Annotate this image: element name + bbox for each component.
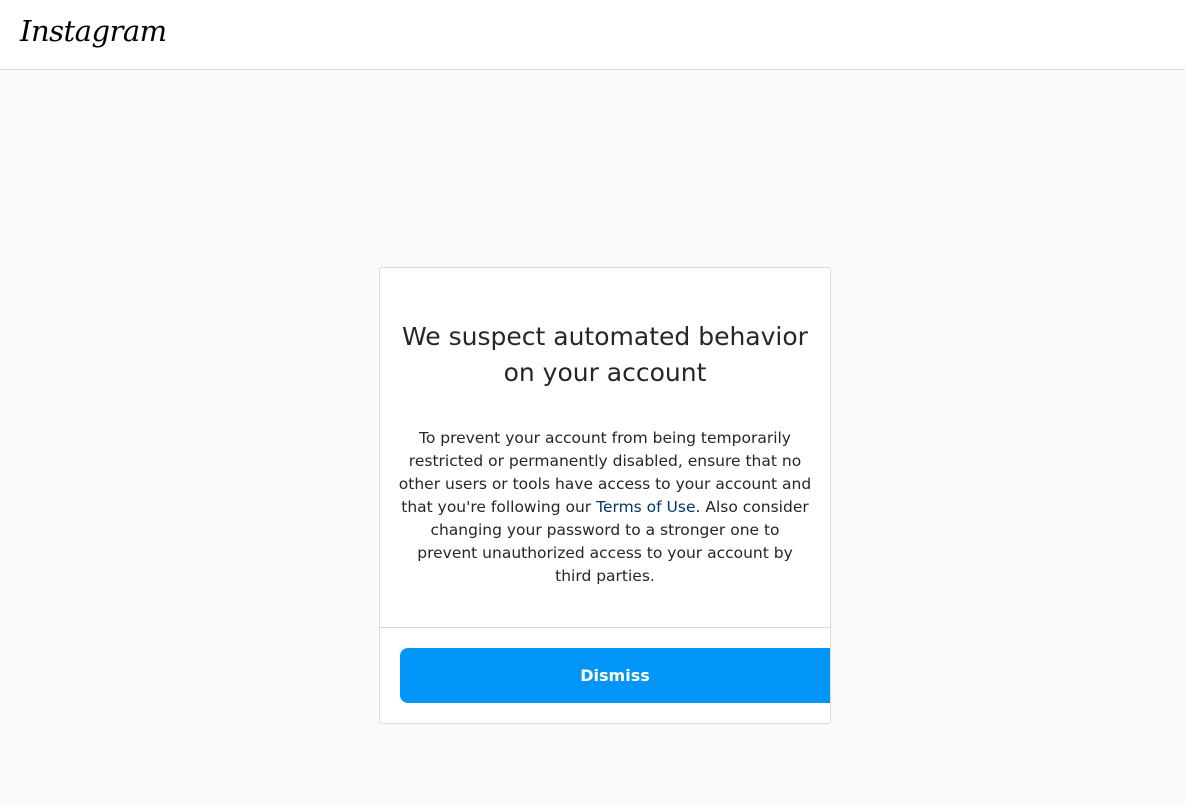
dialog-message: To prevent your account from being tempo… xyxy=(398,427,812,588)
automated-behavior-dialog: We suspect automated behavior on your ac… xyxy=(379,267,831,724)
dialog-title-line-2: on your account xyxy=(503,358,707,387)
top-navigation-bar: Instagram xyxy=(0,0,1185,70)
dialog-title-line-1: We suspect automated behavior xyxy=(402,322,808,351)
instagram-logo[interactable]: Instagram xyxy=(20,14,167,48)
terms-of-use-link[interactable]: Terms of Use xyxy=(596,498,695,516)
dismiss-button[interactable]: Dismiss xyxy=(400,648,830,703)
dialog-divider xyxy=(380,627,830,628)
dialog-title: We suspect automated behavior on your ac… xyxy=(380,319,830,391)
